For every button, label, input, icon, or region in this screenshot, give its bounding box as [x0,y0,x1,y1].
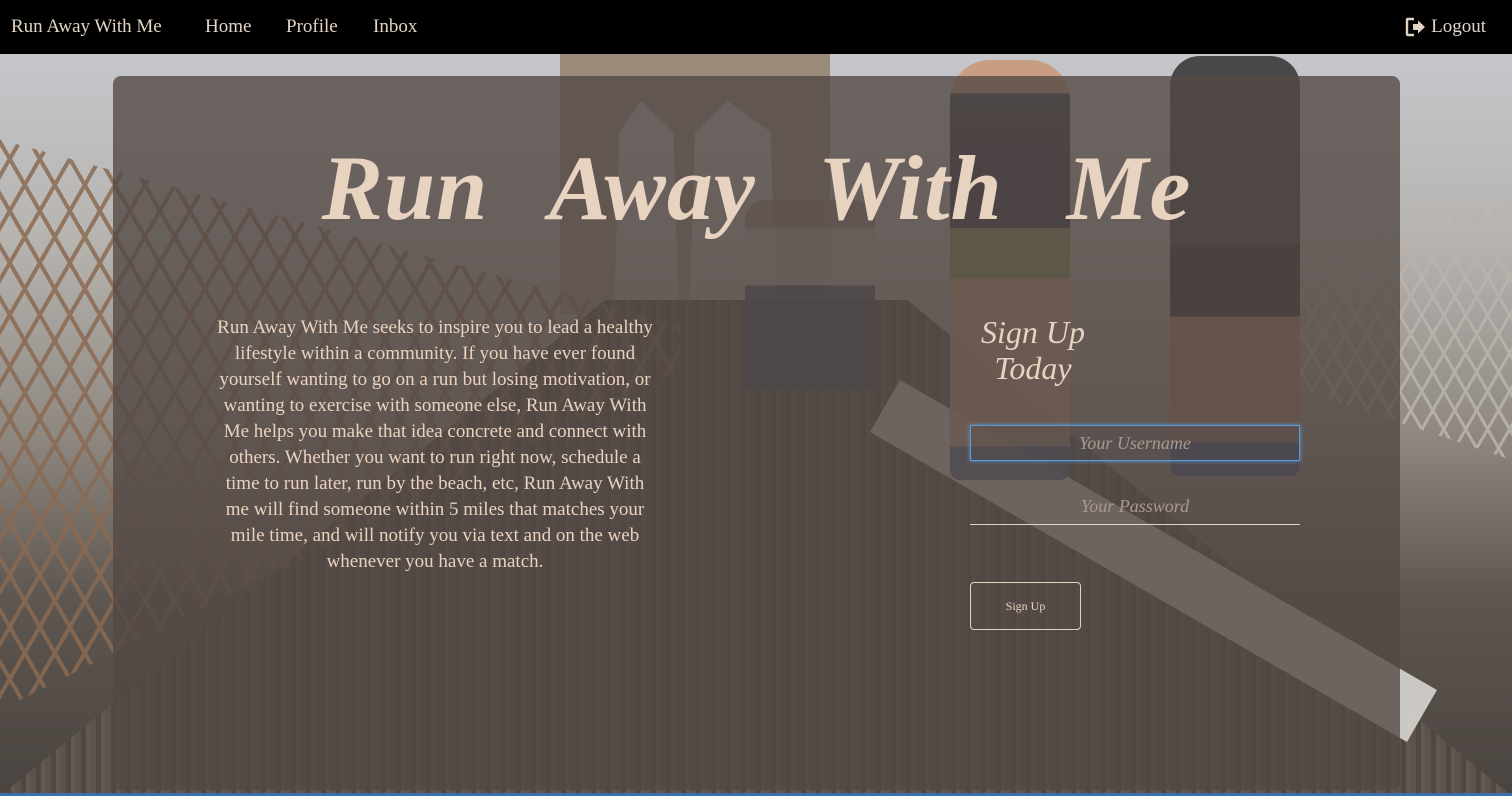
logout-button[interactable]: Logout [1405,14,1486,40]
nav-link-inbox[interactable]: Inbox [373,14,417,40]
username-input[interactable] [970,425,1300,461]
brand-link[interactable]: Run Away With Me [11,14,162,40]
hero-title: Run Away With Me [321,137,1192,239]
sign-out-icon [1405,17,1426,37]
intro-paragraph: Run Away With Me seeks to inspire you to… [217,317,653,572]
signup-heading: Sign Up Today [981,314,1085,386]
password-input[interactable] [970,489,1300,525]
top-navbar: Run Away With Me Home Profile Inbox Logo… [0,0,1512,54]
hero-card: Run Away With Me Run Away With Me seeks … [113,76,1400,790]
nav-link-home[interactable]: Home [205,14,251,40]
logout-label: Logout [1431,16,1486,37]
nav-link-profile[interactable]: Profile [286,14,338,40]
sign-up-button[interactable]: Sign Up [970,582,1081,630]
